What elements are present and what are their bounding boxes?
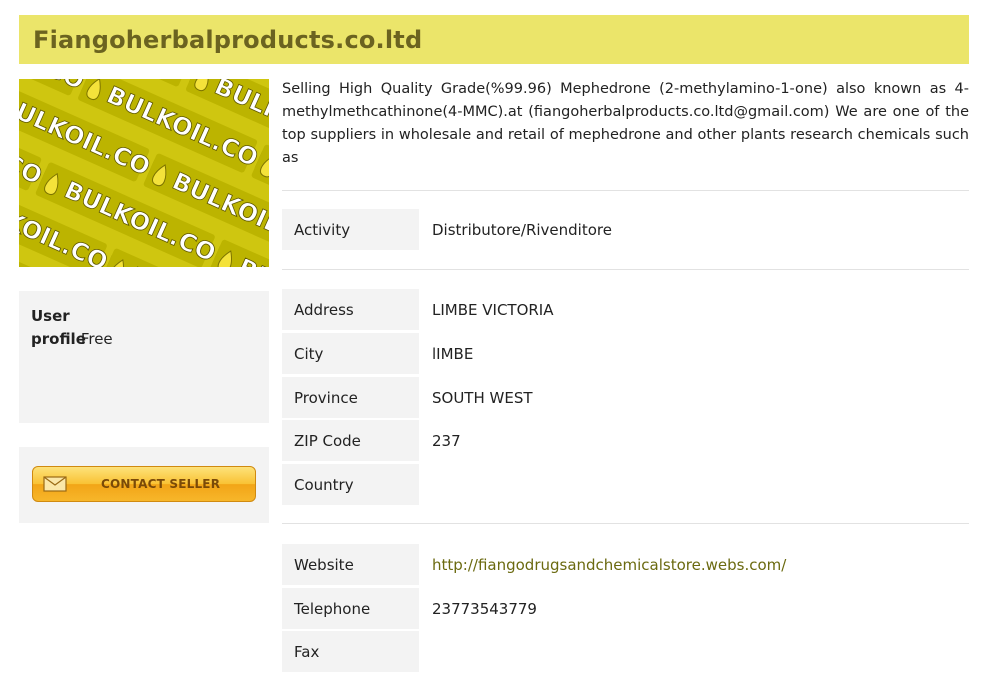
contact-box: CONTACT SELLER	[19, 447, 269, 523]
website-label: Website	[282, 544, 419, 585]
contact-seller-button[interactable]: CONTACT SELLER	[32, 466, 256, 502]
zip-value: 237	[432, 431, 461, 450]
address-label: Address	[282, 289, 419, 330]
contact-seller-label: CONTACT SELLER	[101, 477, 221, 491]
divider	[282, 269, 969, 270]
divider	[282, 190, 969, 191]
province-label: Province	[282, 377, 419, 418]
telephone-value: 23773543779	[432, 599, 537, 618]
detail-row-city: City lIMBE	[282, 333, 969, 374]
seller-header: Fiangoherbalproducts.co.ltd	[19, 15, 969, 64]
city-label: City	[282, 333, 419, 374]
country-label: Country	[282, 464, 419, 505]
website-link[interactable]: http://fiangodrugsandchemicalstore.webs.…	[432, 556, 786, 574]
user-profile-box: User profile: Free	[19, 291, 269, 423]
detail-row-country: Country	[282, 464, 969, 505]
detail-row-zip: ZIP Code 237	[282, 420, 969, 461]
detail-row-telephone: Telephone 23773543779	[282, 588, 969, 629]
detail-row-fax: Fax	[282, 631, 969, 672]
detail-row-address: Address LIMBE VICTORIA	[282, 289, 969, 330]
seller-logo: BULKOIL.COMBULKOIL.COMBULKOIL.COMBULKOIL…	[19, 79, 269, 267]
telephone-label: Telephone	[282, 588, 419, 629]
seller-description: Selling High Quality Grade(%99.96) Mephe…	[282, 81, 969, 166]
detail-row-website: Website http://fiangodrugsandchemicalsto…	[282, 544, 969, 585]
fax-label: Fax	[282, 631, 419, 672]
activity-value: Distributore/Rivenditore	[432, 220, 612, 239]
website-value: http://fiangodrugsandchemicalstore.webs.…	[432, 544, 786, 585]
zip-label: ZIP Code	[282, 420, 419, 461]
address-value: LIMBE VICTORIA	[432, 300, 554, 319]
seller-name: Fiangoherbalproducts.co.ltd	[33, 25, 423, 54]
detail-row-province: Province SOUTH WEST	[282, 377, 969, 418]
envelope-icon	[43, 476, 67, 492]
city-value: lIMBE	[432, 344, 474, 363]
detail-row-activity: Activity Distributore/Rivenditore	[282, 209, 969, 250]
user-profile-value: : Free	[71, 330, 113, 348]
user-profile-label: User profile	[31, 307, 86, 348]
province-value: SOUTH WEST	[432, 388, 533, 407]
divider	[282, 523, 969, 524]
activity-label: Activity	[282, 209, 419, 250]
